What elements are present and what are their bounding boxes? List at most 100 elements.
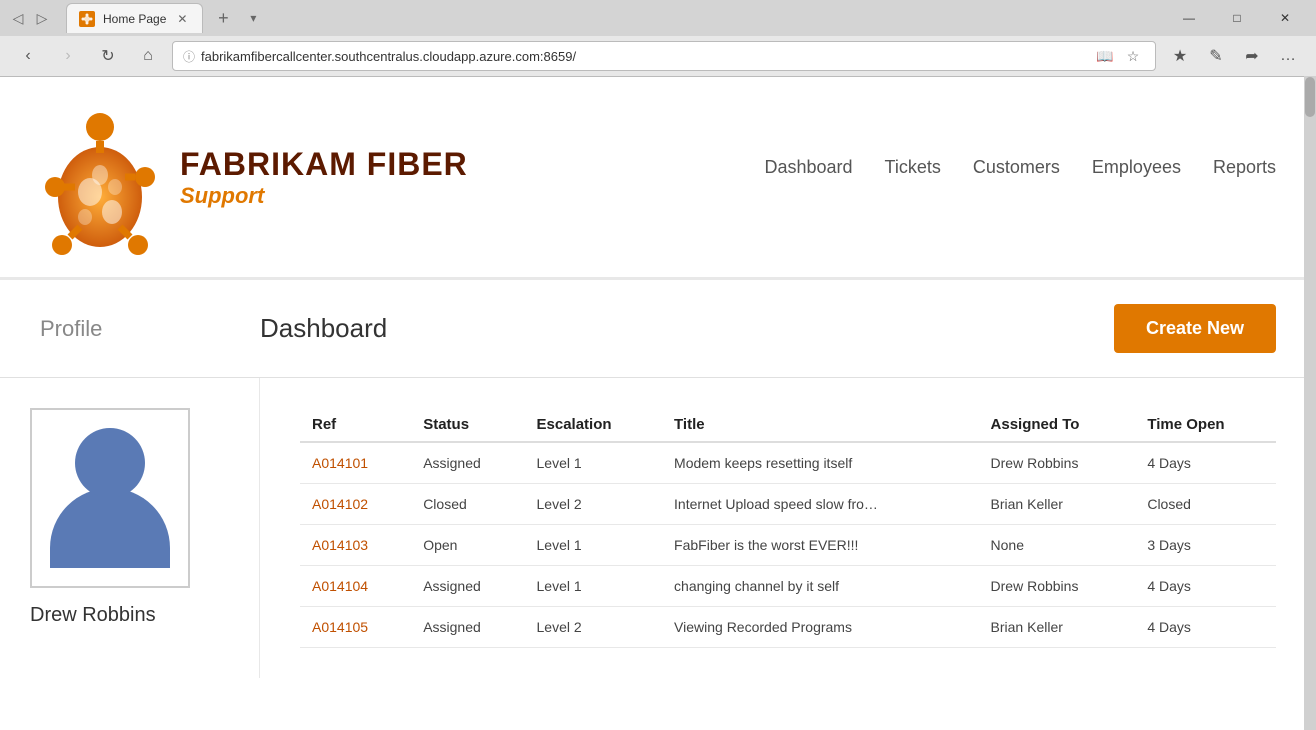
favorites-btn[interactable]: ☆ (1121, 44, 1145, 68)
main-area: Profile Dashboard Create New Drew Robbin… (0, 280, 1316, 730)
create-new-button[interactable]: Create New (1114, 304, 1276, 353)
ticket-escalation: Level 1 (525, 442, 663, 484)
browser-tab-home[interactable]: Home Page ✕ (66, 3, 203, 33)
site-header: FABRIKAM FIBER Support Dashboard Tickets… (0, 77, 1316, 280)
browser-chrome: ◁ ▷ Home Page ✕ (0, 0, 1316, 77)
ticket-title: FabFiber is the worst EVER!!! (662, 525, 979, 566)
ticket-time-open: 4 Days (1135, 566, 1276, 607)
security-icon: ⓘ (183, 48, 195, 65)
url-text: fabrikamfibercallcenter.southcentralus.c… (201, 49, 1087, 64)
nav-tickets[interactable]: Tickets (885, 157, 941, 178)
ticket-status: Closed (411, 484, 524, 525)
table-row: A014102ClosedLevel 2Internet Upload spee… (300, 484, 1276, 525)
tickets-table: Ref Status Escalation Title Assigned To … (300, 408, 1276, 648)
ticket-assigned-to: Brian Keller (979, 484, 1136, 525)
dashboard-title: Dashboard (260, 313, 1114, 344)
ticket-time-open: 4 Days (1135, 607, 1276, 648)
ticket-escalation: Level 2 (525, 607, 663, 648)
nav-employees[interactable]: Employees (1092, 157, 1181, 178)
col-title: Title (662, 408, 979, 442)
ticket-title: Viewing Recorded Programs (662, 607, 979, 648)
logo-area: FABRIKAM FIBER Support (40, 97, 468, 257)
ticket-ref-A014104[interactable]: A014104 (300, 566, 411, 607)
avatar-head (75, 428, 145, 498)
tickets-section: Ref Status Escalation Title Assigned To … (260, 378, 1316, 678)
page-content: FABRIKAM FIBER Support Dashboard Tickets… (0, 77, 1316, 730)
forward-btn[interactable]: › (52, 40, 84, 72)
ticket-ref-A014101[interactable]: A014101 (300, 442, 411, 484)
ticket-time-open: 3 Days (1135, 525, 1276, 566)
tickets-tbody: A014101AssignedLevel 1Modem keeps resett… (300, 442, 1276, 648)
toolbar-actions: ★ ✎ ➦ … (1164, 40, 1304, 72)
user-name: Drew Robbins (30, 604, 229, 627)
ticket-status: Assigned (411, 607, 524, 648)
profile-sidebar: Drew Robbins (0, 378, 260, 678)
forward-history-btn[interactable]: ▷ (32, 8, 52, 28)
tab-close-btn[interactable]: ✕ (174, 11, 190, 27)
col-ref: Ref (300, 408, 411, 442)
title-bar-left: ◁ ▷ Home Page ✕ (8, 3, 263, 33)
profile-label: Profile (40, 316, 260, 342)
table-header-row: Ref Status Escalation Title Assigned To … (300, 408, 1276, 442)
scrollbar-thumb[interactable] (1305, 77, 1315, 117)
table-row: A014105AssignedLevel 2Viewing Recorded P… (300, 607, 1276, 648)
address-bar: ‹ › ↻ ⌂ ⓘ fabrikamfibercallcenter.southc… (0, 36, 1316, 76)
brand-sub: Support (180, 183, 468, 209)
favicon-icon (81, 13, 93, 25)
home-btn[interactable]: ⌂ (132, 40, 164, 72)
header-top: FABRIKAM FIBER Support Dashboard Tickets… (40, 97, 1276, 277)
ticket-escalation: Level 2 (525, 484, 663, 525)
ticket-title: Modem keeps resetting itself (662, 442, 979, 484)
table-row: A014101AssignedLevel 1Modem keeps resett… (300, 442, 1276, 484)
favorites-bar-btn[interactable]: ★ (1164, 40, 1196, 72)
brand-name: FABRIKAM FIBER (180, 146, 468, 183)
ticket-status: Open (411, 525, 524, 566)
content-body: Drew Robbins Ref Status Escalation Title… (0, 378, 1316, 678)
reader-view-btn[interactable]: 📖 (1093, 44, 1117, 68)
nav-reports[interactable]: Reports (1213, 157, 1276, 178)
window-close-btn[interactable]: ✕ (1262, 3, 1308, 33)
nav-customers[interactable]: Customers (973, 157, 1060, 178)
ticket-time-open: 4 Days (1135, 442, 1276, 484)
window-controls: — □ ✕ (1166, 3, 1308, 33)
company-logo (40, 97, 160, 257)
minimize-btn[interactable]: — (1166, 3, 1212, 33)
url-actions: 📖 ☆ (1093, 44, 1145, 68)
ticket-ref-A014105[interactable]: A014105 (300, 607, 411, 648)
ticket-ref-A014102[interactable]: A014102 (300, 484, 411, 525)
col-time-open: Time Open (1135, 408, 1276, 442)
main-nav: Dashboard Tickets Customers Employees Re… (764, 157, 1276, 198)
browser-window: ◁ ▷ Home Page ✕ (0, 0, 1316, 730)
ticket-assigned-to: Brian Keller (979, 607, 1136, 648)
ticket-title: changing channel by it self (662, 566, 979, 607)
share-btn[interactable]: ➦ (1236, 40, 1268, 72)
title-bar: ◁ ▷ Home Page ✕ (0, 0, 1316, 36)
tab-list-btn[interactable]: ▾ (243, 8, 263, 28)
ticket-time-open: Closed (1135, 484, 1276, 525)
ticket-assigned-to: None (979, 525, 1136, 566)
maximize-btn[interactable]: □ (1214, 3, 1260, 33)
avatar-figure (50, 428, 170, 568)
new-tab-btn[interactable]: + (209, 4, 237, 32)
avatar-container (30, 408, 190, 588)
url-bar[interactable]: ⓘ fabrikamfibercallcenter.southcentralus… (172, 41, 1156, 71)
ticket-ref-A014103[interactable]: A014103 (300, 525, 411, 566)
scrollbar[interactable] (1304, 76, 1316, 730)
back-btn[interactable]: ‹ (12, 40, 44, 72)
more-btn[interactable]: … (1272, 40, 1304, 72)
notes-btn[interactable]: ✎ (1200, 40, 1232, 72)
back-history-btn[interactable]: ◁ (8, 8, 28, 28)
col-escalation: Escalation (525, 408, 663, 442)
avatar-body (50, 488, 170, 568)
ticket-escalation: Level 1 (525, 525, 663, 566)
col-assigned-to: Assigned To (979, 408, 1136, 442)
tab-title: Home Page (103, 12, 166, 26)
refresh-btn[interactable]: ↻ (92, 40, 124, 72)
ticket-escalation: Level 1 (525, 566, 663, 607)
content-header: Profile Dashboard Create New (0, 280, 1316, 378)
ticket-assigned-to: Drew Robbins (979, 566, 1136, 607)
ticket-status: Assigned (411, 566, 524, 607)
tab-favicon (79, 11, 95, 27)
nav-dashboard[interactable]: Dashboard (764, 157, 852, 178)
table-header: Ref Status Escalation Title Assigned To … (300, 408, 1276, 442)
